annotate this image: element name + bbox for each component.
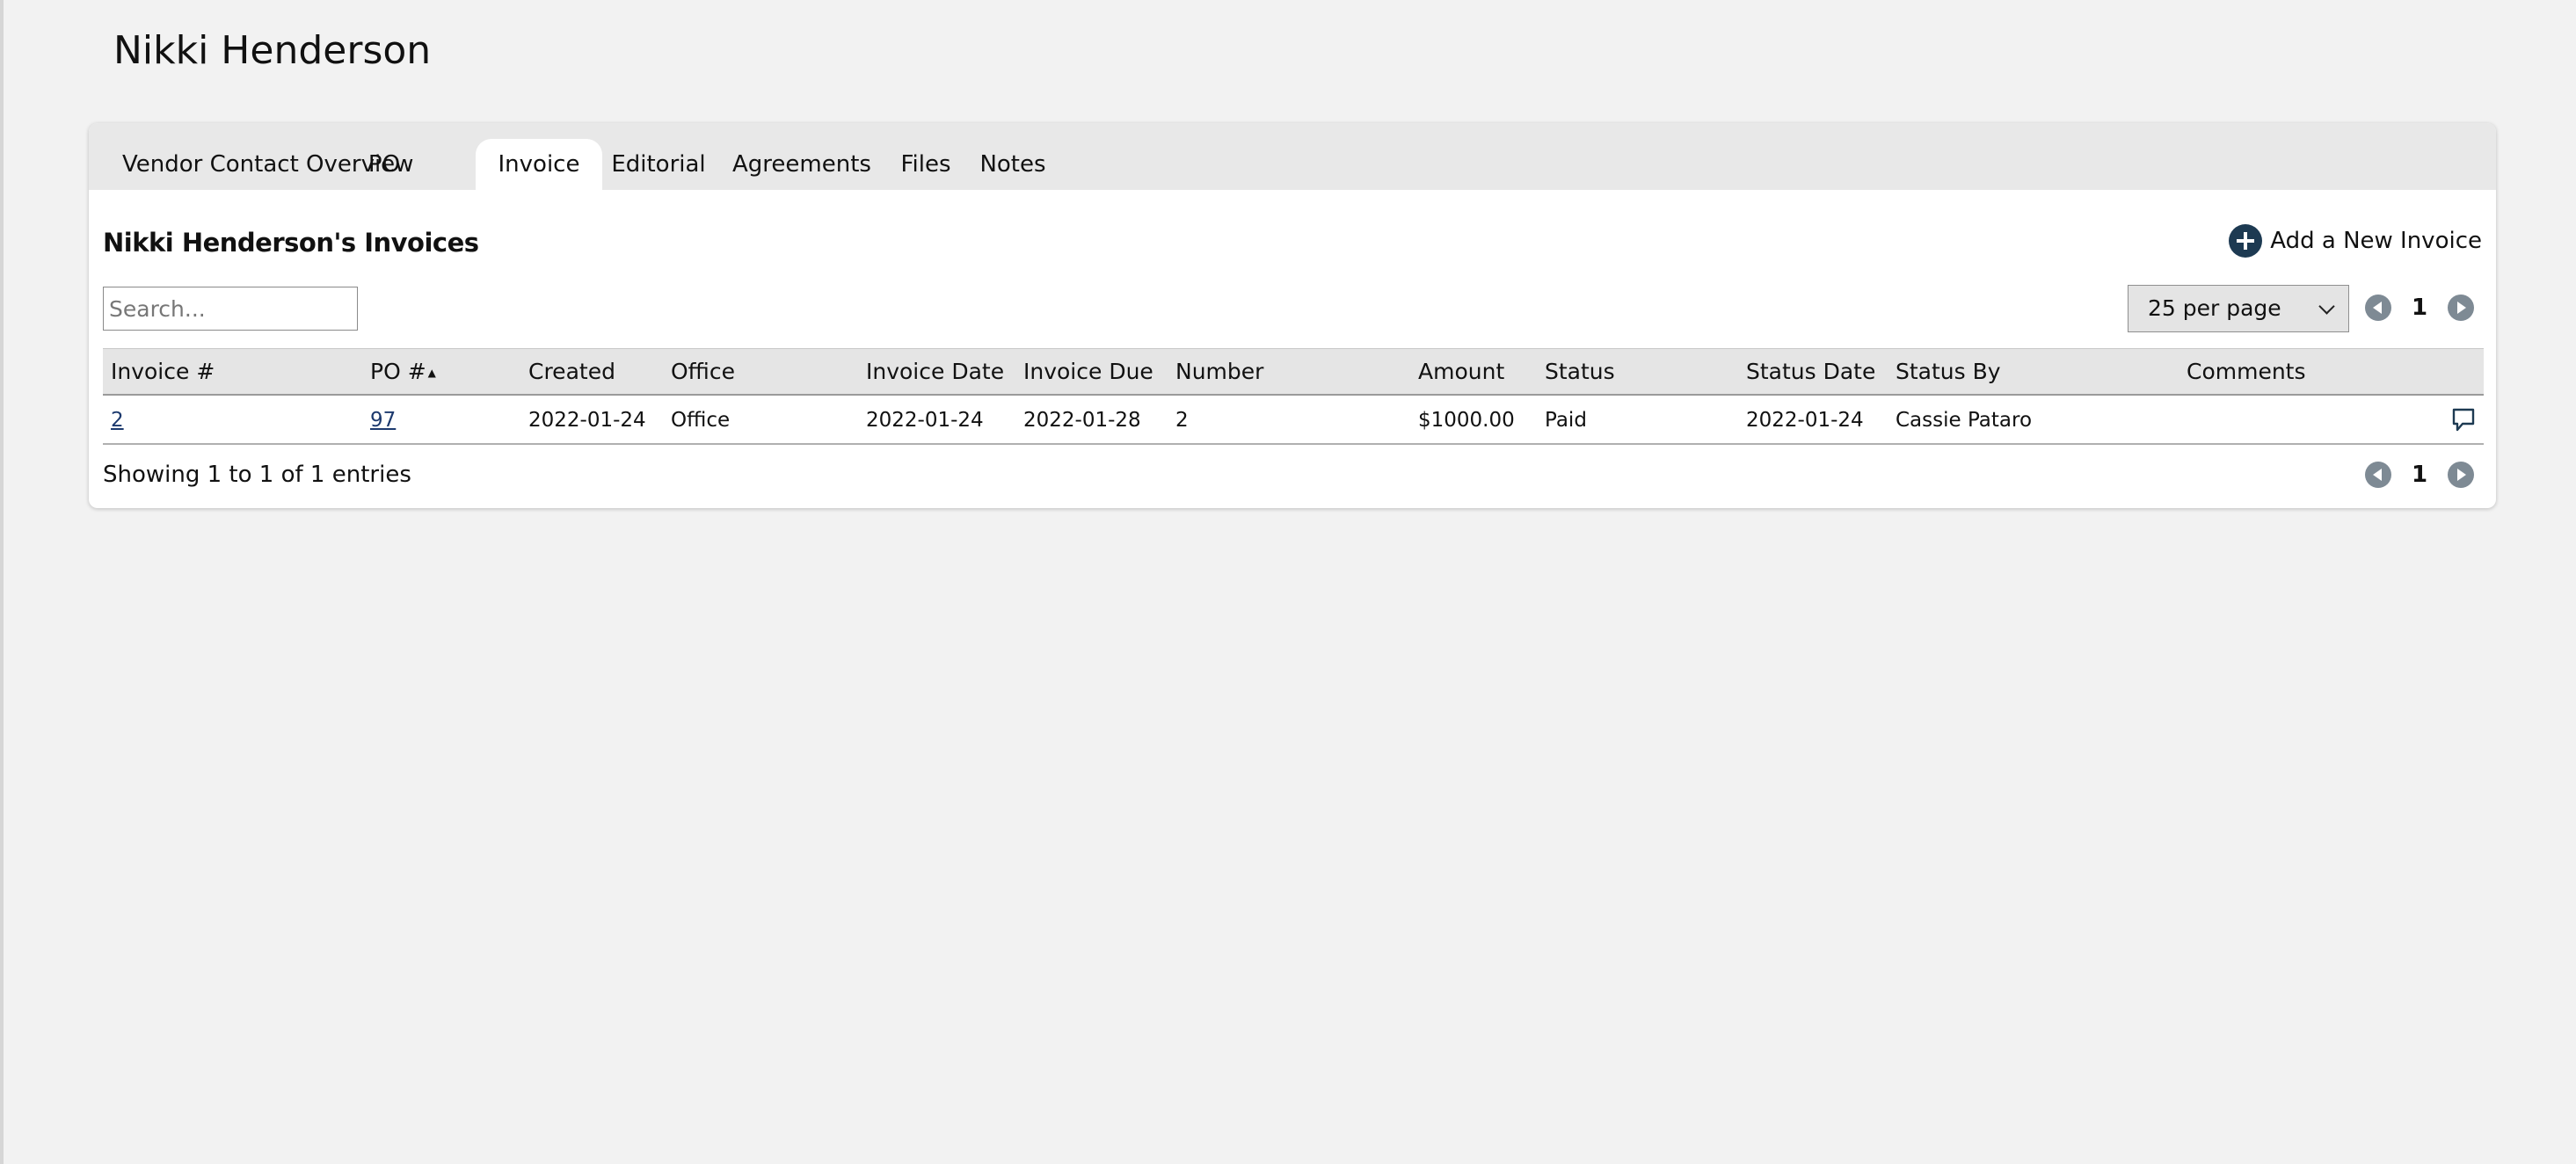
invoice-link[interactable]: 2 [111, 409, 124, 432]
cell-number: 2 [1175, 409, 1189, 432]
table-row: 2 97 2022-01-24 Office 2022-01-24 2022-0… [103, 396, 2484, 445]
column-header-created[interactable]: Created [528, 349, 615, 395]
cell-amount: $1000.00 [1418, 409, 1515, 432]
column-header-invoice-no[interactable]: Invoice # [111, 349, 215, 395]
prev-page-icon[interactable] [2365, 295, 2391, 321]
cell-status: Paid [1545, 409, 1587, 432]
per-page-value: 25 per page [2148, 295, 2281, 321]
column-header-status[interactable]: Status [1545, 349, 1615, 395]
column-header-invoice-date[interactable]: Invoice Date [866, 349, 1004, 395]
current-page-number[interactable]: 1 [2391, 295, 2448, 321]
table-header: Invoice # PO # ▲ Created Office Invoice D… [103, 348, 2484, 396]
next-page-icon[interactable] [2448, 295, 2474, 321]
chevron-down-icon [2318, 298, 2335, 315]
cell-office: Office [671, 409, 731, 432]
tab-files[interactable]: Files [892, 139, 959, 190]
cell-status-date: 2022-01-24 [1746, 409, 1864, 432]
plus-circle-icon [2229, 224, 2263, 258]
current-page-number[interactable]: 1 [2391, 462, 2448, 488]
tab-agreements[interactable]: Agreements [729, 139, 875, 190]
window-left-edge [0, 0, 4, 1164]
section-title: Nikki Henderson's Invoices [103, 228, 479, 258]
cell-status-by: Cassie Pataro [1896, 409, 2033, 432]
tab-bar: Vendor Contact Overview PO Invoice Edito… [89, 123, 2496, 190]
invoice-panel: Vendor Contact Overview PO Invoice Edito… [89, 123, 2496, 508]
cell-created: 2022-01-24 [528, 409, 646, 432]
column-header-amount[interactable]: Amount [1418, 349, 1504, 395]
pagination-bottom: 1 [2365, 457, 2474, 492]
tab-invoice[interactable]: Invoice [476, 139, 602, 190]
cell-invoice-no: 2 [111, 396, 124, 445]
column-header-number[interactable]: Number [1175, 349, 1263, 395]
tab-po[interactable]: PO [356, 139, 412, 190]
column-header-office[interactable]: Office [671, 349, 735, 395]
cell-invoice-due: 2022-01-28 [1023, 409, 1141, 432]
cell-po-no: 97 [370, 396, 396, 445]
pagination-top: 1 [2365, 290, 2474, 325]
tab-editorial[interactable]: Editorial [602, 139, 715, 190]
comment-icon[interactable] [2452, 408, 2475, 433]
column-header-status-date[interactable]: Status Date [1746, 349, 1875, 395]
search-input[interactable] [103, 287, 358, 331]
tab-vendor-contact-overview[interactable]: Vendor Contact Overview [122, 139, 413, 190]
add-new-invoice-button[interactable]: Add a New Invoice [2229, 222, 2482, 260]
add-new-invoice-label: Add a New Invoice [2270, 228, 2482, 254]
prev-page-icon[interactable] [2365, 462, 2391, 488]
next-page-icon[interactable] [2448, 462, 2474, 488]
tab-notes[interactable]: Notes [973, 139, 1052, 190]
column-header-status-by[interactable]: Status By [1896, 349, 2001, 395]
column-header-po-no[interactable]: PO # ▲ [370, 349, 436, 396]
po-link[interactable]: 97 [370, 409, 396, 432]
cell-invoice-date: 2022-01-24 [866, 409, 984, 432]
sort-ascending-icon: ▲ [427, 367, 436, 379]
column-header-invoice-due[interactable]: Invoice Due [1023, 349, 1153, 395]
showing-entries-text: Showing 1 to 1 of 1 entries [103, 462, 411, 488]
per-page-select[interactable]: 25 per page [2128, 285, 2349, 332]
column-header-comments[interactable]: Comments [2187, 349, 2306, 395]
page-title: Nikki Henderson [113, 28, 432, 73]
